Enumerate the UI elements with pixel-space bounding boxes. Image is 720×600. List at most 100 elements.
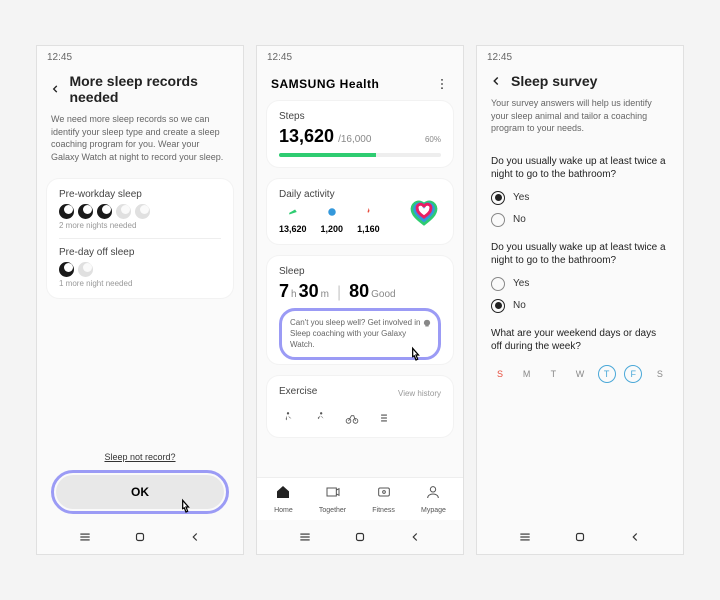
heart-rings-icon [407, 195, 441, 229]
page-title: Sleep survey [511, 73, 597, 89]
shoe-icon [288, 207, 298, 217]
home-icon[interactable] [353, 530, 367, 544]
brand-title: SAMSUNG Health [271, 77, 379, 91]
description: Your survey answers will help us identif… [477, 97, 683, 145]
day-selector: S M T W T F S [477, 359, 683, 389]
question-1: Do you usually wake up at least twice a … [491, 155, 669, 181]
description: We need more sleep records so we can ide… [37, 113, 243, 173]
recents-icon[interactable] [78, 530, 92, 544]
steps-card[interactable]: Steps 13,620 /16,000 60% [267, 101, 453, 167]
steps-row: 13,620 /16,000 60% [279, 126, 441, 147]
running-icon[interactable] [313, 411, 327, 425]
flame-icon [363, 207, 373, 217]
back-nav-icon[interactable] [408, 530, 422, 544]
moon-icon [78, 262, 93, 277]
day-sat[interactable]: S [651, 365, 669, 383]
radio-icon [491, 277, 505, 291]
page-title: More sleep records needed [69, 73, 231, 105]
walking-icon[interactable] [281, 411, 295, 425]
radio-q1-no[interactable]: No [477, 209, 683, 231]
steps-progress-bar [279, 153, 441, 157]
tab-fitness[interactable]: Fitness [372, 484, 395, 514]
question-3: What are your weekend days or days off d… [491, 327, 669, 353]
day-thu[interactable]: T [598, 365, 616, 383]
back-icon[interactable] [49, 82, 61, 96]
recents-icon[interactable] [518, 530, 532, 544]
header: Sleep survey [477, 69, 683, 97]
tab-bar: Home Together Fitness Mypage [257, 477, 463, 520]
radio-icon [491, 191, 505, 205]
pre-dayoff-label: Pre-day off sleep [59, 247, 221, 258]
tab-together[interactable]: Together [319, 484, 346, 514]
sleep-card[interactable]: Sleep 7 h 30 m | 80 Good Can't you sleep… [267, 256, 453, 364]
screen-sleep-survey: 12:45 Sleep survey Your survey answers w… [476, 45, 684, 555]
home-tab-icon [275, 484, 291, 500]
day-mon[interactable]: M [518, 365, 536, 383]
pre-workday-sub: 2 more nights needed [59, 221, 221, 230]
ok-button[interactable]: OK [56, 475, 224, 509]
steps-progress-fill [279, 153, 376, 157]
sleep-values: 7 h 30 m | 80 Good [279, 281, 441, 302]
pre-workday-label: Pre-workday sleep [59, 189, 221, 200]
divider [59, 238, 221, 239]
radio-q2-no[interactable]: No [477, 295, 683, 317]
bottom-actions: Sleep not record? OK [37, 444, 243, 520]
android-nav [37, 520, 243, 554]
pre-workday-progress [59, 204, 221, 219]
cursor-icon [406, 345, 426, 365]
activity-cal: 1,160 [357, 206, 380, 234]
header: More sleep records needed [37, 69, 243, 113]
android-nav [257, 520, 463, 554]
moon-icon [97, 204, 112, 219]
back-nav-icon[interactable] [188, 530, 202, 544]
sleep-coaching-prompt[interactable]: Can't you sleep well? Get involved in Sl… [284, 313, 436, 355]
steps-goal: /16,000 [338, 134, 371, 145]
moon-icon [135, 204, 150, 219]
home-icon[interactable] [133, 530, 147, 544]
list-icon[interactable] [377, 411, 391, 425]
tab-mypage[interactable]: Mypage [421, 484, 446, 514]
radio-icon [491, 299, 505, 313]
screen-sleep-records: 12:45 More sleep records needed We need … [36, 45, 244, 555]
status-time: 12:45 [257, 46, 463, 69]
moon-icon [78, 204, 93, 219]
moon-icon [116, 204, 131, 219]
fitness-tab-icon [376, 484, 392, 500]
day-sun[interactable]: S [491, 365, 509, 383]
daily-activity-card[interactable]: Daily activity 13,620 1,200 1,160 [267, 179, 453, 244]
radio-q1-yes[interactable]: Yes [477, 187, 683, 209]
moon-icon [59, 262, 74, 277]
more-icon[interactable] [435, 77, 449, 91]
activity-row: 13,620 1,200 1,160 [279, 206, 380, 234]
highlight-ring: Can't you sleep well? Get involved in Sl… [279, 308, 441, 360]
brand-header: SAMSUNG Health [257, 69, 463, 95]
day-tue[interactable]: T [544, 365, 562, 383]
radio-q2-yes[interactable]: Yes [477, 273, 683, 295]
clock-icon [327, 207, 337, 217]
android-nav [477, 520, 683, 554]
mypage-tab-icon [425, 484, 441, 500]
back-icon[interactable] [489, 74, 503, 88]
sleep-not-record-link[interactable]: Sleep not record? [51, 444, 229, 470]
radio-icon [491, 213, 505, 227]
daily-activity-label: Daily activity [279, 189, 380, 200]
exercise-label: Exercise [279, 386, 317, 397]
day-fri[interactable]: F [624, 365, 642, 383]
pre-dayoff-sub: 1 more night needed [59, 279, 221, 288]
sleep-records-card: Pre-workday sleep 2 more nights needed P… [47, 179, 233, 298]
highlight-ring: OK [51, 470, 229, 514]
cycling-icon[interactable] [345, 411, 359, 425]
exercise-card[interactable]: Exercise View history [267, 376, 453, 437]
tab-home[interactable]: Home [274, 484, 293, 514]
day-wed[interactable]: W [571, 365, 589, 383]
steps-percent: 60% [425, 135, 441, 144]
status-time: 12:45 [477, 46, 683, 69]
exercise-header: Exercise View history [279, 386, 441, 401]
back-nav-icon[interactable] [628, 530, 642, 544]
recents-icon[interactable] [298, 530, 312, 544]
pre-dayoff-progress [59, 262, 221, 277]
home-icon[interactable] [573, 530, 587, 544]
activity-steps: 13,620 [279, 206, 307, 234]
screen-health-home: 12:45 SAMSUNG Health Steps 13,620 /16,00… [256, 45, 464, 555]
view-history-link[interactable]: View history [398, 389, 441, 398]
